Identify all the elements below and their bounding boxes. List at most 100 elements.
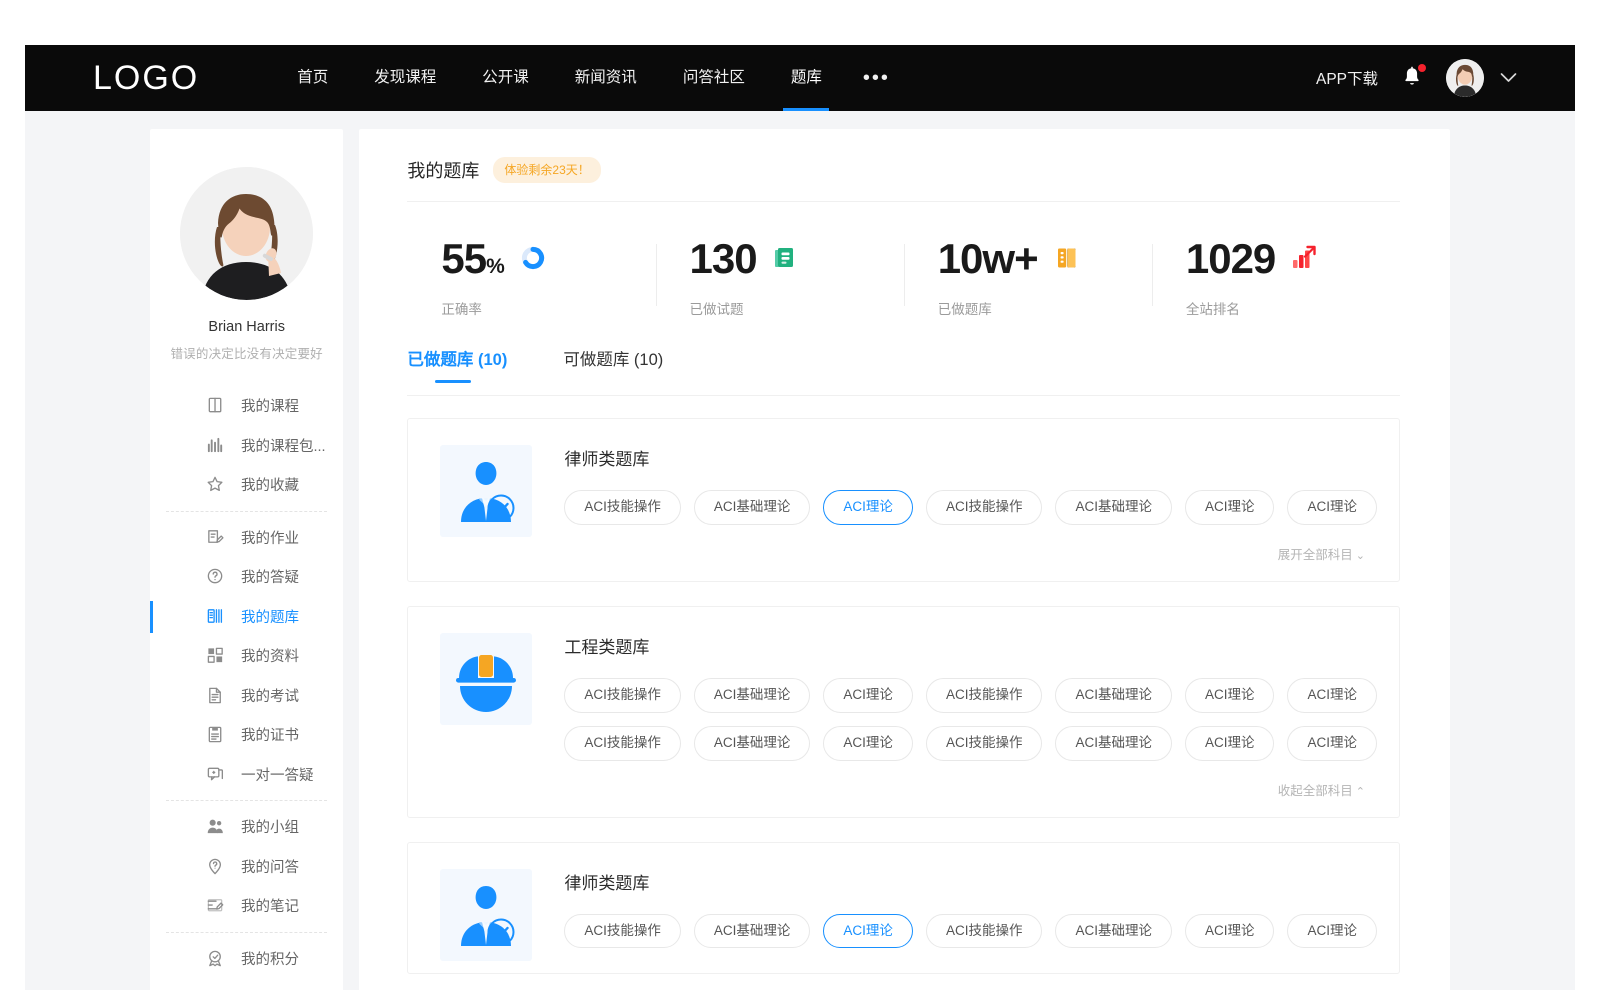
subject-tag[interactable]: ACI理论 <box>1185 914 1275 949</box>
menu-divider <box>166 800 327 801</box>
stat-unit: % <box>486 255 504 278</box>
sidebar-item-5[interactable]: 我的题库 <box>150 597 343 637</box>
subject-tag[interactable]: ACI基础理论 <box>1055 678 1172 713</box>
subject-tag[interactable]: ACI技能操作 <box>564 678 681 713</box>
sidebar-item-label: 我的证书 <box>241 724 299 745</box>
profile-photo[interactable] <box>180 167 313 300</box>
stat-value: 1029 <box>1186 238 1275 280</box>
sidebar-item-10[interactable]: 我的小组 <box>150 807 343 847</box>
subject-tag[interactable]: ACI基础理论 <box>1055 490 1172 525</box>
subject-tag[interactable]: ACI技能操作 <box>926 914 1043 949</box>
tab-1[interactable]: 可做题库 (10) <box>563 346 663 382</box>
note-icon <box>206 896 225 915</box>
nav-item-3[interactable]: 新闻资讯 <box>552 45 660 111</box>
qbank-card-body: 工程类题库ACI技能操作ACI基础理论ACI理论ACI技能操作ACI基础理论AC… <box>564 633 1377 805</box>
star-icon <box>206 475 225 494</box>
chevron-up-icon: ⌃ <box>1356 786 1365 798</box>
sidebar-item-0[interactable]: 我的课程 <box>150 386 343 426</box>
subject-tag[interactable]: ACI理论 <box>1287 678 1377 713</box>
subject-tag[interactable]: ACI基础理论 <box>694 726 811 761</box>
user-avatar-button[interactable] <box>1446 59 1484 97</box>
nav-item-4[interactable]: 问答社区 <box>660 45 768 111</box>
stat-value: 55% <box>441 238 503 280</box>
subject-tag[interactable]: ACI基础理论 <box>694 678 811 713</box>
helmet-icon <box>440 633 532 725</box>
sidebar-item-4[interactable]: 我的答疑 <box>150 557 343 597</box>
qa-pin-icon <box>206 857 225 876</box>
green-book-icon <box>773 245 799 271</box>
sidebar-item-12[interactable]: 我的笔记 <box>150 886 343 926</box>
certificate-icon <box>206 725 225 744</box>
sidebar-item-11[interactable]: 我的问答 <box>150 847 343 887</box>
sidebar-item-13[interactable]: 我的积分 <box>150 939 343 979</box>
menu-divider <box>166 932 327 933</box>
sidebar-item-label: 我的收藏 <box>241 474 299 495</box>
sidebar-item-label: 我的问答 <box>241 856 299 877</box>
subject-tag[interactable]: ACI理论 <box>823 678 913 713</box>
top-navigation-bar: LOGO 首页发现课程公开课新闻资讯问答社区题库••• APP下载 <box>25 45 1575 111</box>
subject-tag[interactable]: ACI理论 <box>1287 726 1377 761</box>
sidebar-item-3[interactable]: 我的作业 <box>150 518 343 558</box>
nav-item-0[interactable]: 首页 <box>274 45 351 111</box>
stat-value-row: 10w+ <box>938 238 1152 280</box>
nav-item-5[interactable]: 题库 <box>768 45 845 111</box>
app-download-link[interactable]: APP下载 <box>1316 67 1378 89</box>
expand-subjects-link[interactable]: 收起全部科目⌃ <box>1278 780 1365 799</box>
subject-tag[interactable]: ACI理论 <box>823 490 913 525</box>
notification-bell-button[interactable] <box>1400 65 1424 91</box>
sidebar: Brian Harris 错误的决定比没有决定要好 我的课程我的课程包...我的… <box>150 129 343 990</box>
subject-tag[interactable]: ACI技能操作 <box>926 490 1043 525</box>
red-bar-chart-icon <box>1291 245 1317 271</box>
stat-number: 10w+ <box>938 235 1038 282</box>
question-circle-icon <box>206 567 225 586</box>
sidebar-item-9[interactable]: 一对一答疑 <box>150 755 343 795</box>
expand-subjects-label: 展开全部科目 <box>1278 548 1353 562</box>
subject-tag[interactable]: ACI技能操作 <box>926 678 1043 713</box>
stat-number: 130 <box>690 235 757 282</box>
subject-tag[interactable]: ACI理论 <box>1185 678 1275 713</box>
sidebar-item-1[interactable]: 我的课程包... <box>150 426 343 466</box>
main-content: 我的题库 体验剩余23天！ 55%正确率130已做试题10w+已做题库1029全… <box>359 129 1450 990</box>
site-logo[interactable]: LOGO <box>93 61 199 95</box>
expand-subjects-link[interactable]: 展开全部科目⌄ <box>1278 544 1365 563</box>
subject-tag[interactable]: ACI基础理论 <box>1055 726 1172 761</box>
stat-value-row: 130 <box>690 238 904 280</box>
subject-tag[interactable]: ACI理论 <box>1287 490 1377 525</box>
chevron-down-icon[interactable] <box>1500 70 1517 86</box>
subject-tag[interactable]: ACI理论 <box>1185 726 1275 761</box>
subject-tag[interactable]: ACI理论 <box>823 726 913 761</box>
sidebar-item-label: 我的考试 <box>241 685 299 706</box>
subject-tag[interactable]: ACI基础理论 <box>694 490 811 525</box>
subject-tag[interactable]: ACI基础理论 <box>1055 914 1172 949</box>
sidebar-item-label: 我的课程包... <box>241 435 326 456</box>
profile-motto: 错误的决定比没有决定要好 <box>150 343 343 362</box>
grid-icon <box>206 646 225 665</box>
nav-item-2[interactable]: 公开课 <box>459 45 552 111</box>
stat-card-0: 55%正确率 <box>407 238 655 318</box>
sidebar-item-label: 我的资料 <box>241 645 299 666</box>
subject-tag[interactable]: ACI基础理论 <box>694 914 811 949</box>
sidebar-item-label: 我的积分 <box>241 948 299 969</box>
sidebar-item-label: 我的小组 <box>241 816 299 837</box>
qbank-card-body: 律师类题库ACI技能操作ACI基础理论ACI理论ACI技能操作ACI基础理论AC… <box>564 869 1377 962</box>
qbank-card-footer: 收起全部科目⌃ <box>564 774 1377 805</box>
subject-tag[interactable]: ACI理论 <box>823 914 913 949</box>
subject-tag[interactable]: ACI技能操作 <box>926 726 1043 761</box>
subject-tag[interactable]: ACI技能操作 <box>564 726 681 761</box>
sidebar-item-label: 我的题库 <box>241 606 299 627</box>
subject-tag[interactable]: ACI技能操作 <box>564 914 681 949</box>
tab-0[interactable]: 已做题库 (10) <box>407 346 507 382</box>
subject-tag[interactable]: ACI理论 <box>1287 914 1377 949</box>
subject-tag[interactable]: ACI技能操作 <box>564 490 681 525</box>
sidebar-item-8[interactable]: 我的证书 <box>150 715 343 755</box>
sidebar-item-6[interactable]: 我的资料 <box>150 636 343 676</box>
subject-tag[interactable]: ACI理论 <box>1185 490 1275 525</box>
chevron-down-icon: ⌄ <box>1356 550 1365 562</box>
sidebar-item-2[interactable]: 我的收藏 <box>150 465 343 505</box>
sidebar-item-label: 一对一答疑 <box>241 764 314 785</box>
book-icon <box>206 396 225 415</box>
nav-more-icon[interactable]: ••• <box>845 45 908 111</box>
nav-item-1[interactable]: 发现课程 <box>351 45 459 111</box>
stat-value-row: 1029 <box>1186 238 1400 280</box>
sidebar-item-7[interactable]: 我的考试 <box>150 676 343 716</box>
